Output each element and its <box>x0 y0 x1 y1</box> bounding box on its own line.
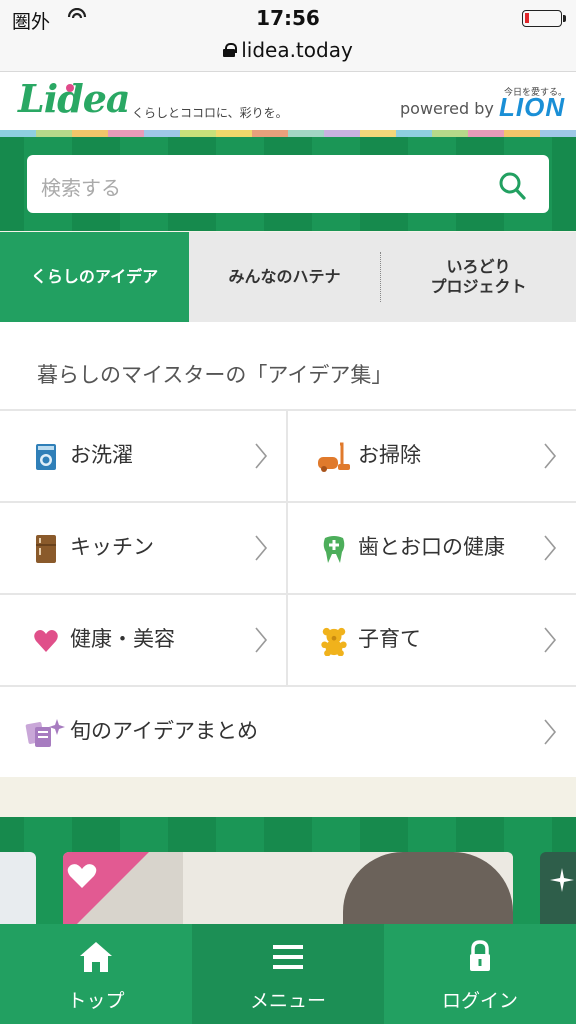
search-icon[interactable] <box>498 171 526 201</box>
tab-label-line1: いろどり <box>446 257 511 276</box>
lock-icon <box>470 940 490 971</box>
nav-label: メニュー <box>249 990 326 1012</box>
carousel-card-prev[interactable] <box>0 852 36 932</box>
tab-kurashi-idea[interactable]: くらしのアイデア <box>0 232 189 322</box>
sparkle-icon <box>550 868 574 892</box>
home-icon <box>80 942 112 972</box>
bottom-navigation: トップ メニュー ログイン <box>0 924 576 1024</box>
vacuum-cleaner-icon <box>318 442 350 472</box>
battery-icon <box>522 10 566 27</box>
tab-label-line2: プロジェクト <box>430 277 527 296</box>
summary-label: 旬のアイデアまとめ <box>70 719 258 743</box>
address-bar[interactable]: lidea.today <box>0 38 576 72</box>
category-label: 健康・美容 <box>70 627 175 651</box>
favorite-heart-icon[interactable] <box>66 862 98 890</box>
category-health-beauty[interactable]: 健康・美容 <box>0 595 286 685</box>
heart-icon <box>34 630 58 652</box>
category-kitchen[interactable]: キッチン <box>0 503 286 593</box>
category-child-rearing[interactable]: 子育て <box>288 595 576 685</box>
tab-minna-hatena[interactable]: みんなのハテナ <box>189 232 380 322</box>
search-placeholder: 検索する <box>41 176 121 200</box>
chevron-right-icon <box>255 535 268 561</box>
category-dental-health[interactable]: 歯とお口の健康 <box>288 503 576 593</box>
nav-label: トップ <box>67 990 125 1012</box>
search-input[interactable]: 検索する <box>27 155 549 213</box>
section-heading: 暮らしのマイスターの「アイデア集」 <box>37 363 393 387</box>
tagline: くらしとココロに、彩りを。 <box>132 106 288 120</box>
nav-menu[interactable]: メニュー <box>192 924 384 1024</box>
category-tabs: くらしのアイデア みんなのハテナ いろどり プロジェクト <box>0 232 576 322</box>
category-label: 歯とお口の健康 <box>358 535 505 559</box>
color-strip <box>0 130 576 137</box>
spacer-band <box>0 777 576 817</box>
tab-irodori-project[interactable]: いろどり プロジェクト <box>381 232 576 322</box>
tab-label: みんなのハテナ <box>228 267 341 286</box>
chevron-right-icon <box>544 719 557 745</box>
chevron-right-icon <box>255 627 268 653</box>
category-label: お洗濯 <box>70 443 133 467</box>
nav-top[interactable]: トップ <box>0 924 192 1024</box>
chevron-right-icon <box>544 535 557 561</box>
category-label: お掃除 <box>358 443 421 467</box>
url-text: lidea.today <box>241 38 353 62</box>
category-label: キッチン <box>70 535 154 559</box>
menu-icon <box>273 945 303 969</box>
sparkle-cards-icon <box>25 719 65 747</box>
logo-flower-icon <box>66 84 74 92</box>
washing-machine-icon <box>36 444 56 470</box>
site-header: Lidea くらしとココロに、彩りを。 powered by 今日を愛する。 L… <box>0 72 576 130</box>
refrigerator-icon <box>36 535 56 563</box>
lidea-logo[interactable]: Lidea <box>18 76 131 121</box>
tooth-icon <box>323 536 345 563</box>
category-label: 子育て <box>358 627 421 651</box>
chevron-right-icon <box>544 443 557 469</box>
chevron-right-icon <box>255 443 268 469</box>
chevron-right-icon <box>544 627 557 653</box>
secure-lock-icon <box>223 43 238 57</box>
powered-by-text: powered by <box>400 99 494 118</box>
search-section: 検索する <box>0 137 576 231</box>
card-photo-person <box>343 852 513 932</box>
lion-logo[interactable]: LION <box>499 92 565 123</box>
carousel-card-current[interactable] <box>63 852 513 932</box>
category-laundry[interactable]: お洗濯 <box>0 411 286 501</box>
category-cleaning[interactable]: お掃除 <box>288 411 576 501</box>
status-bar: 圏外 17:56 <box>0 0 576 38</box>
idea-category-list: 暮らしのマイスターの「アイデア集」 お洗濯 お掃除 キッチン 歯とお口の健康 健… <box>0 322 576 777</box>
teddy-bear-icon <box>321 627 347 656</box>
clock: 17:56 <box>256 6 320 30</box>
tab-label: くらしのアイデア <box>30 267 159 286</box>
nav-login[interactable]: ログイン <box>384 924 576 1024</box>
seasonal-ideas-summary[interactable]: 旬のアイデアまとめ <box>0 687 576 777</box>
nav-label: ログイン <box>441 990 518 1012</box>
